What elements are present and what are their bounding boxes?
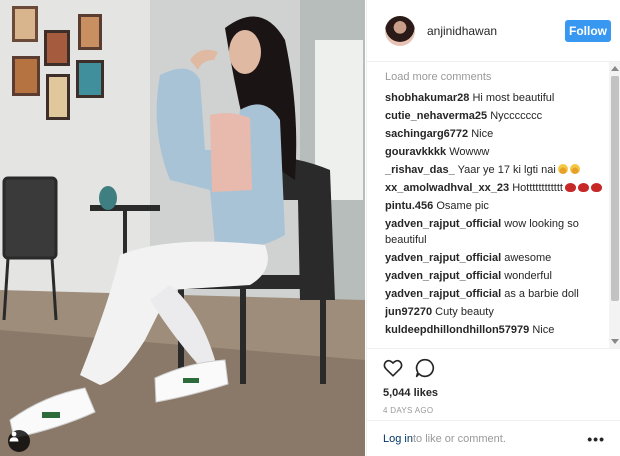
comment-item: yadven_rajput_official wow looking so be… — [385, 216, 603, 248]
post-timestamp: 4 DAYS AGO — [383, 406, 434, 415]
speech-bubble-icon[interactable] — [415, 358, 435, 378]
comment-item: yadven_rajput_official awesome — [385, 250, 603, 266]
comment-item: shobhakumar28 Hi most beautiful — [385, 90, 603, 106]
comment-username[interactable]: cutie_nehaverma25 — [385, 110, 487, 122]
comment-username[interactable]: yadven_rajput_official — [385, 270, 501, 282]
comment-text: awesome — [504, 252, 552, 264]
comment-text: Wowww — [449, 146, 490, 158]
comment-text: Hi most beautiful — [472, 92, 555, 104]
login-link[interactable]: Log in — [383, 433, 413, 445]
login-prompt-text: to like or comment. — [412, 432, 506, 445]
post-username[interactable]: anjinidhawan — [427, 24, 565, 38]
comment-username[interactable]: pintu.456 — [385, 200, 433, 212]
comment-item: sachingarg6772 Nice — [385, 126, 603, 142]
comment-item: yadven_rajput_official wonderful — [385, 268, 603, 284]
comment-text: Hotttttttttttt — [512, 182, 563, 194]
face-emoji-icon — [569, 164, 580, 174]
comment-username[interactable]: sachingarg6772 — [385, 128, 468, 140]
comment-item: jun97270 Cuty beauty — [385, 304, 603, 320]
comment-username[interactable]: xx_amolwadhval_xx_23 — [385, 182, 509, 194]
comment-username[interactable]: yadven_rajput_official — [385, 252, 501, 264]
comment-text: Nice — [471, 128, 494, 140]
comment-text: Cuty beauty — [435, 306, 494, 318]
comment-username[interactable]: jun97270 — [385, 306, 432, 318]
more-options-icon[interactable]: ••• — [587, 431, 605, 447]
comment-username[interactable]: yadven_rajput_official — [385, 288, 501, 300]
comment-item: pintu.456 Osame pic — [385, 198, 603, 214]
tagged-users-icon[interactable] — [8, 430, 30, 452]
comment-username[interactable]: shobhakumar28 — [385, 92, 469, 104]
comment-username[interactable]: gouravkkkk — [385, 146, 446, 158]
follow-button[interactable]: Follow — [565, 19, 611, 42]
likes-count[interactable]: 5,044 likes — [383, 387, 605, 399]
comment-item: xx_amolwadhval_xx_23 Hotttttttttttt — [385, 180, 603, 196]
photo-illustration — [0, 0, 365, 456]
comment-text: Nyccccccc — [490, 110, 543, 122]
comment-item: kuldeepdhillondhillon57979 Nice — [385, 322, 603, 338]
comment-text: wonderful — [504, 270, 552, 282]
post-photo[interactable] — [0, 0, 365, 456]
comments-scrollbar[interactable] — [609, 62, 620, 348]
post-side-panel: anjinidhawan Follow Load more comments s… — [366, 0, 620, 456]
scroll-up-arrow-icon[interactable] — [611, 66, 619, 71]
comment-item: gouravkkkk Wowww — [385, 144, 603, 160]
post-actions: 5,044 likes 4 DAYS AGO — [367, 348, 620, 415]
kiss-lips-emoji-icon — [564, 183, 576, 192]
comment-item: yadven_rajput_official as a barbie doll — [385, 286, 603, 302]
post-header: anjinidhawan Follow — [367, 0, 620, 62]
comment-item: cutie_nehaverma25 Nyccccccc — [385, 108, 603, 124]
kiss-lips-emoji-icon — [590, 183, 602, 192]
kiss-lips-emoji-icon — [577, 183, 589, 192]
face-emoji-icon — [557, 164, 568, 174]
login-footer: Log in to like or comment. ••• — [367, 420, 620, 456]
comment-text: as a barbie doll — [504, 288, 579, 300]
load-more-comments-link[interactable]: Load more comments — [385, 70, 603, 85]
comment-text: Yaar ye 17 ki lgti nai — [457, 164, 556, 176]
comment-username[interactable]: kuldeepdhillondhillon57979 — [385, 324, 529, 336]
scroll-down-arrow-icon[interactable] — [611, 339, 619, 344]
comment-text: Nice — [532, 324, 555, 336]
heart-outline-icon[interactable] — [383, 359, 403, 377]
scrollbar-thumb[interactable] — [611, 76, 619, 301]
comments-list: Load more comments shobhakumar28 Hi most… — [385, 70, 603, 348]
comment-username[interactable]: _rishav_das_ — [385, 164, 455, 176]
action-icons — [383, 355, 605, 381]
comment-text: Osame pic — [436, 200, 489, 212]
comment-username[interactable]: yadven_rajput_official — [385, 218, 501, 230]
avatar[interactable] — [385, 15, 415, 46]
comment-item: _rishav_das_ Yaar ye 17 ki lgti nai — [385, 162, 603, 178]
